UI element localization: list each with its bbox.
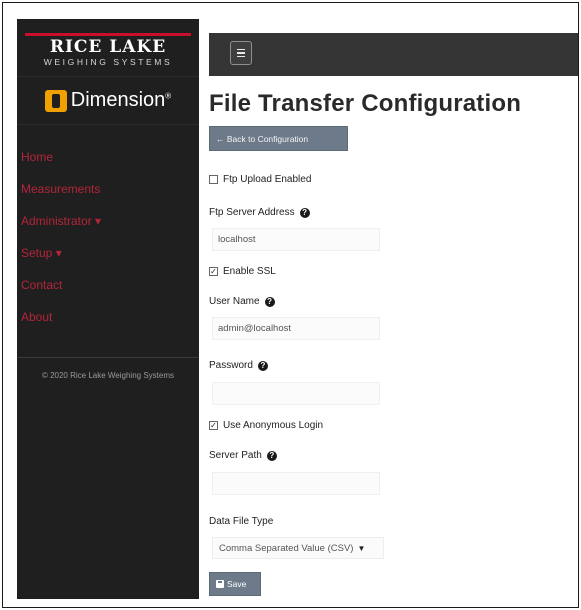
help-icon[interactable]: ? [266,450,277,461]
dimension-logo-icon [44,89,67,112]
user-name-input[interactable] [212,317,380,340]
back-to-configuration-button[interactable]: ← Back to Configuration [209,126,348,151]
main-content: File Transfer Configuration ← Back to Co… [209,76,578,606]
sidebar-item-administrator[interactable]: Administrator ▾ [17,205,199,237]
sidebar-item-home[interactable]: Home [17,141,199,173]
user-name-label: User Name [209,296,260,307]
use-anonymous-login-checkbox[interactable]: ✓ [209,421,218,430]
sidebar-nav: Home Measurements Administrator ▾ Setup … [17,141,199,333]
ftp-upload-enabled-label: Ftp Upload Enabled [223,174,312,185]
password-input[interactable] [212,382,380,405]
sidebar: RICE LAKE WEIGHING SYSTEMS Dimension® Ho… [17,19,199,599]
product-name: Dimension [70,89,166,111]
ftp-server-address-label-row: Ftp Server Address ? [209,207,310,218]
sidebar-item-measurements[interactable]: Measurements [17,173,199,205]
enable-ssl-label: Enable SSL [223,266,276,277]
company-name: RICE LAKE [49,37,167,57]
page-title: File Transfer Configuration [209,90,522,117]
app-frame: RICE LAKE WEIGHING SYSTEMS Dimension® Ho… [2,2,579,608]
sidebar-item-contact[interactable]: Contact [17,269,199,301]
enable-ssl-row[interactable]: ✓ Enable SSL [209,266,276,277]
data-file-type-label-row: Data File Type [209,516,273,527]
sidebar-divider [17,357,199,358]
save-button-label: Save [227,579,247,589]
sidebar-item-setup[interactable]: Setup ▾ [17,237,199,269]
help-icon[interactable]: ? [264,296,275,307]
logo-accent-bar [25,33,191,36]
hamburger-icon[interactable] [230,41,252,65]
server-path-input[interactable] [212,472,380,495]
ftp-upload-enabled-checkbox[interactable] [209,175,218,184]
ftp-server-address-input[interactable] [212,228,380,251]
product-logo: Dimension® [17,77,199,125]
user-name-label-row: User Name ? [209,296,275,307]
copyright-text: © 2020 Rice Lake Weighing Systems [41,371,175,380]
ftp-upload-enabled-row[interactable]: Ftp Upload Enabled [209,174,311,185]
save-button[interactable]: Save [209,572,261,596]
data-file-type-label: Data File Type [209,516,274,527]
use-anonymous-login-row[interactable]: ✓ Use Anonymous Login [209,420,323,431]
server-path-label: Server Path [209,450,262,461]
company-logo: RICE LAKE WEIGHING SYSTEMS [17,19,199,77]
password-label: Password [209,360,253,371]
company-tagline: WEIGHING SYSTEMS [43,57,173,67]
data-file-type-select[interactable]: Comma Separated Value (CSV) ▼ [212,537,384,559]
use-anonymous-login-label: Use Anonymous Login [223,420,324,431]
chevron-down-icon: ▼ [357,543,366,553]
enable-ssl-checkbox[interactable]: ✓ [209,267,218,276]
data-file-type-selected: Comma Separated Value (CSV) [219,542,354,554]
help-icon[interactable]: ? [299,207,310,218]
sidebar-item-about[interactable]: About [17,301,199,333]
top-bar [209,33,578,76]
server-path-label-row: Server Path ? [209,450,277,461]
password-label-row: Password ? [209,360,268,371]
ftp-server-address-label: Ftp Server Address [209,207,295,218]
help-icon[interactable]: ? [257,360,268,371]
floppy-disk-icon [216,580,224,588]
registered-mark: ® [165,91,172,101]
